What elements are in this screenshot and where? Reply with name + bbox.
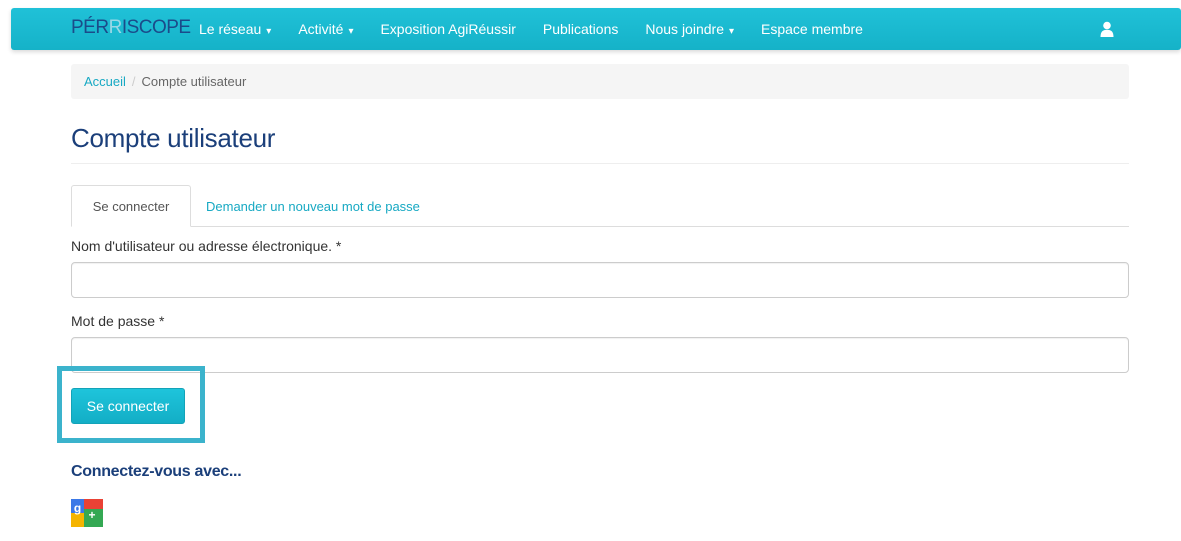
breadcrumb-separator: /: [131, 74, 136, 89]
logo-text-accent: R: [108, 17, 123, 38]
nav-item-label: Activité: [298, 21, 344, 37]
nav-item-label: Publications: [542, 21, 619, 37]
svg-text:+: +: [88, 508, 95, 522]
nav-item-exposition[interactable]: Exposition AgiRéussir: [380, 21, 515, 37]
nav-item-label: Nous joindre: [645, 21, 724, 37]
username-label: Nom d'utilisateur ou adresse électroniqu…: [71, 238, 342, 254]
breadcrumb-home-link[interactable]: Accueil: [84, 74, 126, 89]
caret-down-icon: ▾: [348, 26, 354, 37]
svg-text:g: g: [74, 501, 81, 515]
social-login-heading: Connectez-vous avec...: [71, 463, 242, 480]
nav-item-espace-membre[interactable]: Espace membre: [761, 21, 863, 37]
periscope-logo[interactable]: PÉRRISCOPE: [71, 17, 191, 39]
nav-item-nous-joindre[interactable]: Nous joindre ▾: [645, 21, 734, 37]
page-title: Compte utilisateur: [71, 123, 276, 153]
tab-new-password[interactable]: Demander un nouveau mot de passe: [206, 185, 420, 227]
account-tabs: Se connecter Demander un nouveau mot de …: [71, 185, 1129, 227]
username-input[interactable]: [71, 262, 1129, 298]
nav-item-publications[interactable]: Publications: [543, 21, 619, 37]
top-navbar: PÉRRISCOPE Le réseau ▾ Activité ▾ Expositi…: [11, 8, 1181, 50]
google-icon[interactable]: g +: [71, 499, 103, 527]
logo-text-part1: PÉR: [71, 17, 109, 38]
nav-item-label: Le réseau: [199, 21, 262, 37]
password-input[interactable]: [71, 337, 1129, 373]
breadcrumb: Accueil / Compte utilisateur: [71, 64, 1129, 99]
login-submit-button[interactable]: Se connecter: [71, 388, 185, 424]
nav-item-activite[interactable]: Activité ▾: [298, 21, 353, 37]
caret-down-icon: ▾: [266, 26, 272, 37]
user-icon[interactable]: [1100, 21, 1114, 37]
caret-down-icon: ▾: [728, 26, 735, 37]
main-nav: Le réseau ▾ Activité ▾ Exposition AgiRéuss…: [199, 8, 890, 50]
breadcrumb-current: Compte utilisateur: [141, 74, 247, 89]
nav-item-le-reseau[interactable]: Le réseau ▾: [199, 21, 271, 37]
nav-item-label: Espace membre: [761, 21, 863, 37]
nav-item-label: Exposition AgiRéussir: [380, 21, 516, 37]
title-divider: [71, 163, 1129, 164]
password-label: Mot de passe *: [71, 313, 165, 329]
tab-se-connecter[interactable]: Se connecter: [71, 185, 191, 227]
logo-text-part2: ISCOPE: [121, 17, 191, 38]
